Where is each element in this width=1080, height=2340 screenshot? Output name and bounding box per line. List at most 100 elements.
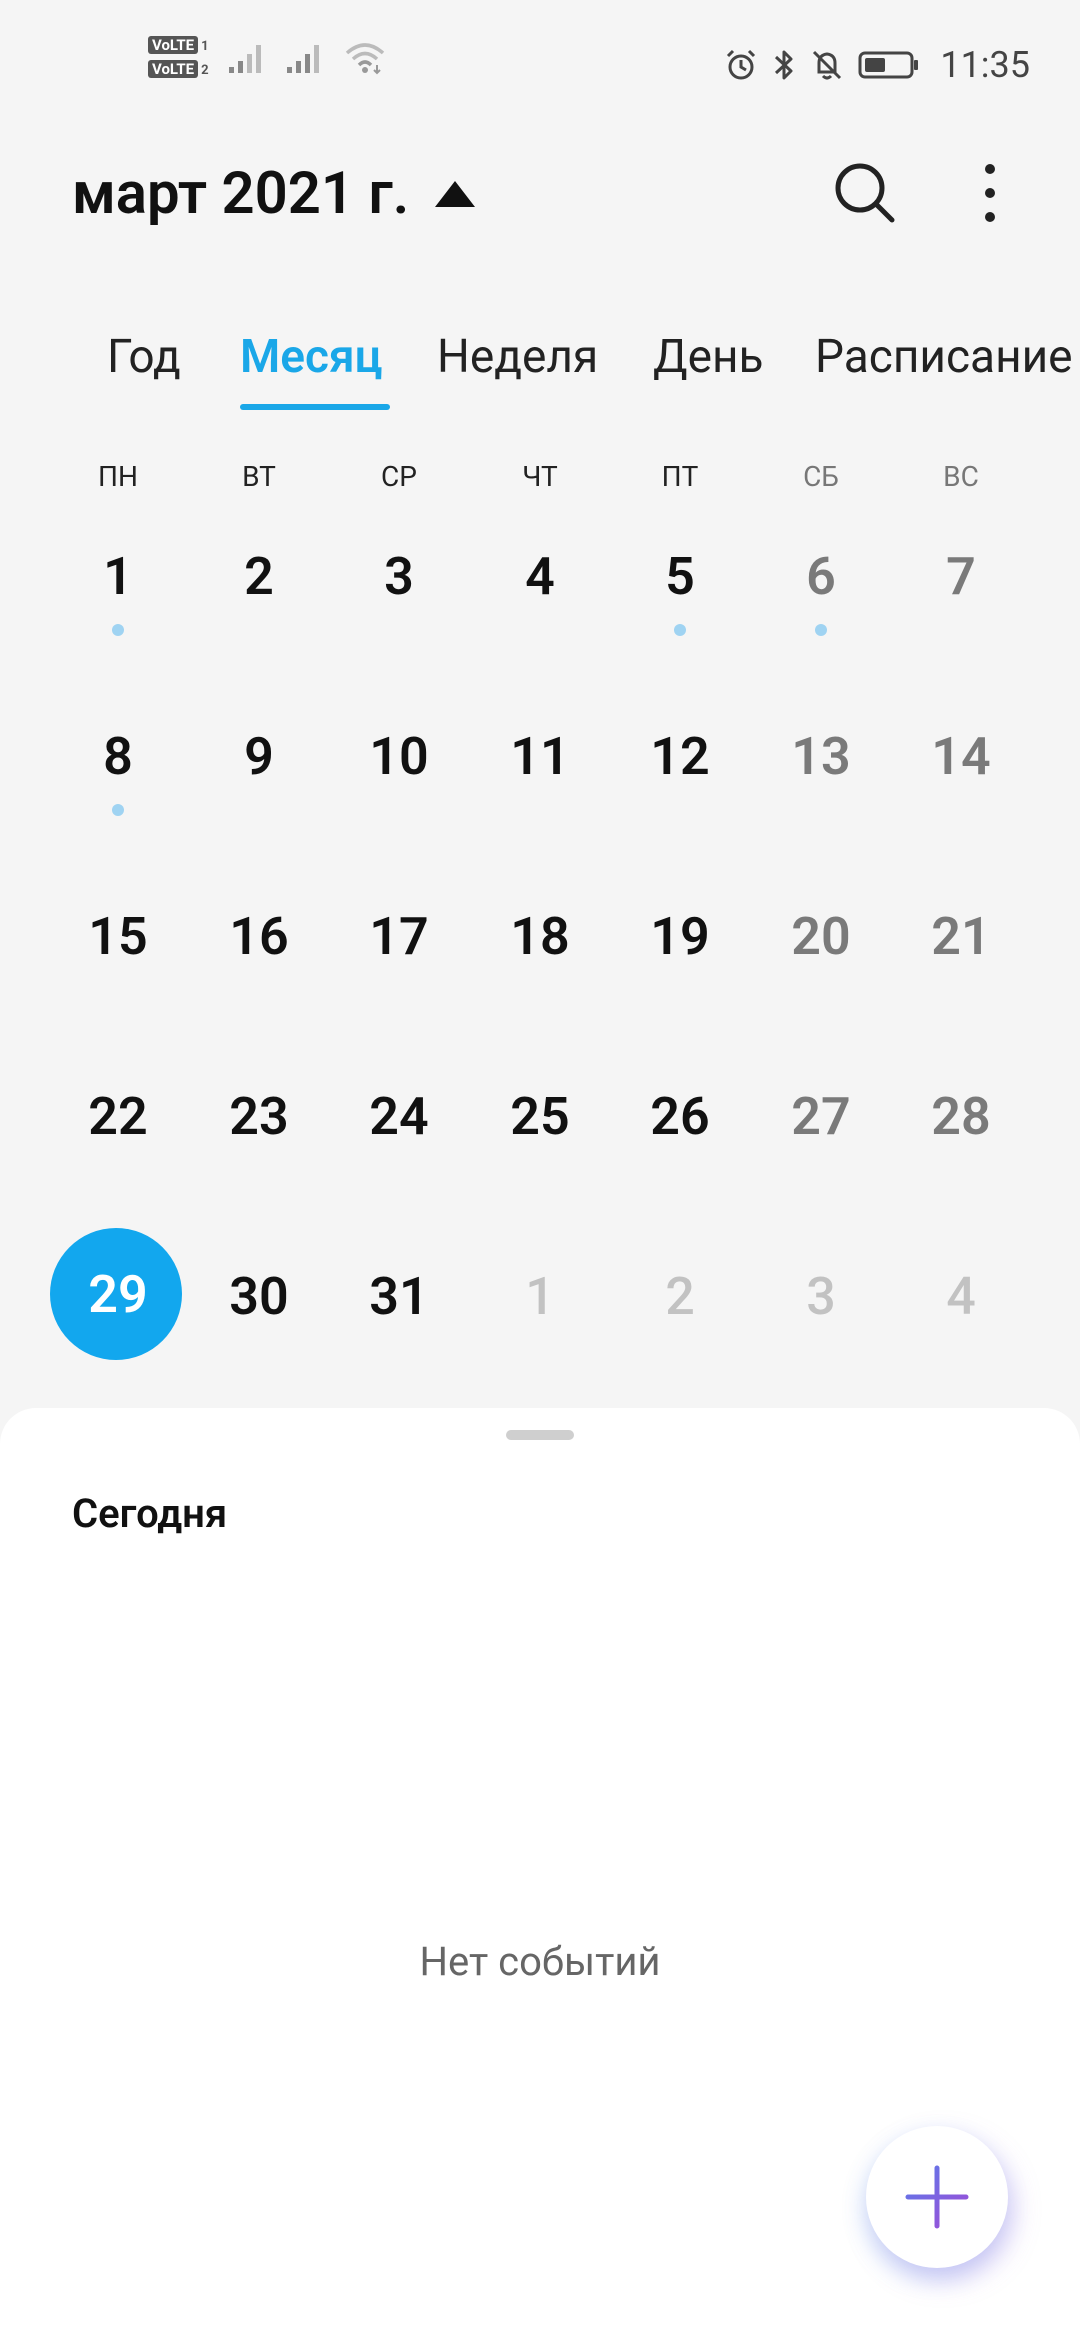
view-tabs: Год Месяц Неделя День Расписание: [0, 330, 1080, 410]
day-cell[interactable]: 18: [470, 868, 610, 1008]
day-cell[interactable]: 14: [891, 688, 1031, 828]
day-cell[interactable]: 2: [610, 1228, 750, 1368]
day-number: 10: [369, 726, 429, 787]
day-number: 27: [791, 1086, 851, 1147]
day-cell[interactable]: 19: [610, 868, 750, 1008]
day-number: 9: [244, 726, 274, 787]
day-cell[interactable]: 31: [329, 1228, 469, 1368]
tab-month[interactable]: Месяц: [240, 330, 382, 384]
day-cell[interactable]: 15: [48, 868, 188, 1008]
day-number: 17: [369, 906, 429, 967]
event-dot: [112, 624, 124, 636]
day-number: 1: [525, 1266, 555, 1327]
signal-icon: [286, 45, 319, 73]
day-cell[interactable]: 22: [48, 1048, 188, 1188]
more-options-button[interactable]: [960, 158, 1020, 228]
volte-sim1: VoLTE 1: [148, 36, 209, 54]
day-number: 8: [103, 726, 133, 787]
day-number: 15: [88, 906, 148, 967]
day-number: 18: [510, 906, 570, 967]
day-number: 2: [244, 546, 274, 607]
day-cell[interactable]: 26: [610, 1048, 750, 1188]
day-number: 25: [510, 1086, 570, 1147]
day-number: 28: [931, 1086, 991, 1147]
day-number: 7: [946, 546, 976, 607]
plus-icon: [905, 2165, 969, 2229]
muted-bell-icon: [813, 50, 842, 80]
day-number: 14: [931, 726, 991, 787]
day-number: 26: [650, 1086, 710, 1147]
day-number: 11: [510, 726, 570, 787]
day-number: 12: [650, 726, 710, 787]
weekday-label: ВТ: [242, 460, 276, 493]
tab-schedule[interactable]: Расписание: [815, 330, 1073, 384]
weekday-label: ПТ: [661, 460, 699, 493]
month-selector[interactable]: март 2021 г.: [72, 160, 476, 228]
tab-week[interactable]: Неделя: [437, 330, 598, 384]
today-label: Сегодня: [72, 1490, 228, 1537]
day-cell-today[interactable]: 29: [48, 1228, 188, 1368]
day-number: 4: [946, 1266, 976, 1327]
day-cell[interactable]: 12: [610, 688, 750, 828]
day-cell[interactable]: 10: [329, 688, 469, 828]
day-number: 21: [931, 906, 991, 967]
day-number: 3: [806, 1266, 836, 1327]
more-vert-icon: [985, 164, 995, 174]
day-number: 4: [525, 546, 555, 607]
day-cell[interactable]: 5: [610, 508, 750, 648]
event-dot: [674, 624, 686, 636]
day-cell[interactable]: 27: [751, 1048, 891, 1188]
day-number: 20: [791, 906, 851, 967]
day-cell[interactable]: 2: [189, 508, 329, 648]
day-cell[interactable]: 20: [751, 868, 891, 1008]
signal-icon: [228, 45, 261, 73]
day-number: 19: [650, 906, 710, 967]
weekday-label: СР: [381, 460, 417, 493]
day-cell[interactable]: 3: [329, 508, 469, 648]
day-number: 31: [369, 1266, 429, 1327]
day-cell[interactable]: 11: [470, 688, 610, 828]
day-number: 29: [88, 1264, 148, 1325]
day-cell[interactable]: 4: [891, 1228, 1031, 1368]
day-cell[interactable]: 16: [189, 868, 329, 1008]
sheet-drag-handle[interactable]: [506, 1430, 574, 1440]
volte-sim-number-2: 2: [201, 63, 209, 78]
weekday-label: ПН: [98, 460, 138, 493]
volte-badge-2: VoLTE: [148, 60, 199, 78]
bluetooth-icon: [775, 50, 793, 80]
day-cell[interactable]: 6: [751, 508, 891, 648]
day-cell[interactable]: 28: [891, 1048, 1031, 1188]
day-cell[interactable]: 4: [470, 508, 610, 648]
search-icon: [835, 163, 895, 223]
day-cell[interactable]: 7: [891, 508, 1031, 648]
dropdown-triangle-icon: [435, 181, 476, 207]
day-number: 22: [88, 1086, 148, 1147]
more-vert-icon: [985, 212, 995, 222]
day-cell[interactable]: 25: [470, 1048, 610, 1188]
month-title: март 2021 г.: [72, 160, 410, 228]
day-number: 3: [384, 546, 414, 607]
weekday-header: ПН ВТ СР ЧТ ПТ СБ ВС: [0, 460, 1080, 500]
day-cell[interactable]: 3: [751, 1228, 891, 1368]
day-cell[interactable]: 30: [189, 1228, 329, 1368]
volte-sim2: VoLTE 2: [148, 60, 209, 78]
tab-year[interactable]: Год: [107, 330, 181, 384]
event-dot: [112, 804, 124, 816]
add-event-button[interactable]: [866, 2126, 1008, 2268]
day-cell[interactable]: 17: [329, 868, 469, 1008]
day-cell[interactable]: 1: [48, 508, 188, 648]
search-button[interactable]: [830, 158, 900, 228]
day-number: 6: [806, 546, 836, 607]
day-cell[interactable]: 1: [470, 1228, 610, 1368]
day-cell[interactable]: 24: [329, 1048, 469, 1188]
day-cell[interactable]: 23: [189, 1048, 329, 1188]
status-left: VoLTE 1 VoLTE 2: [148, 36, 387, 78]
day-cell[interactable]: 8: [48, 688, 188, 828]
day-number: 13: [791, 726, 851, 787]
day-cell[interactable]: 13: [751, 688, 891, 828]
day-number: 2: [665, 1266, 695, 1327]
day-cell[interactable]: 9: [189, 688, 329, 828]
day-cell[interactable]: 21: [891, 868, 1031, 1008]
status-right: 11:35: [724, 44, 1030, 86]
tab-day[interactable]: День: [653, 330, 764, 384]
